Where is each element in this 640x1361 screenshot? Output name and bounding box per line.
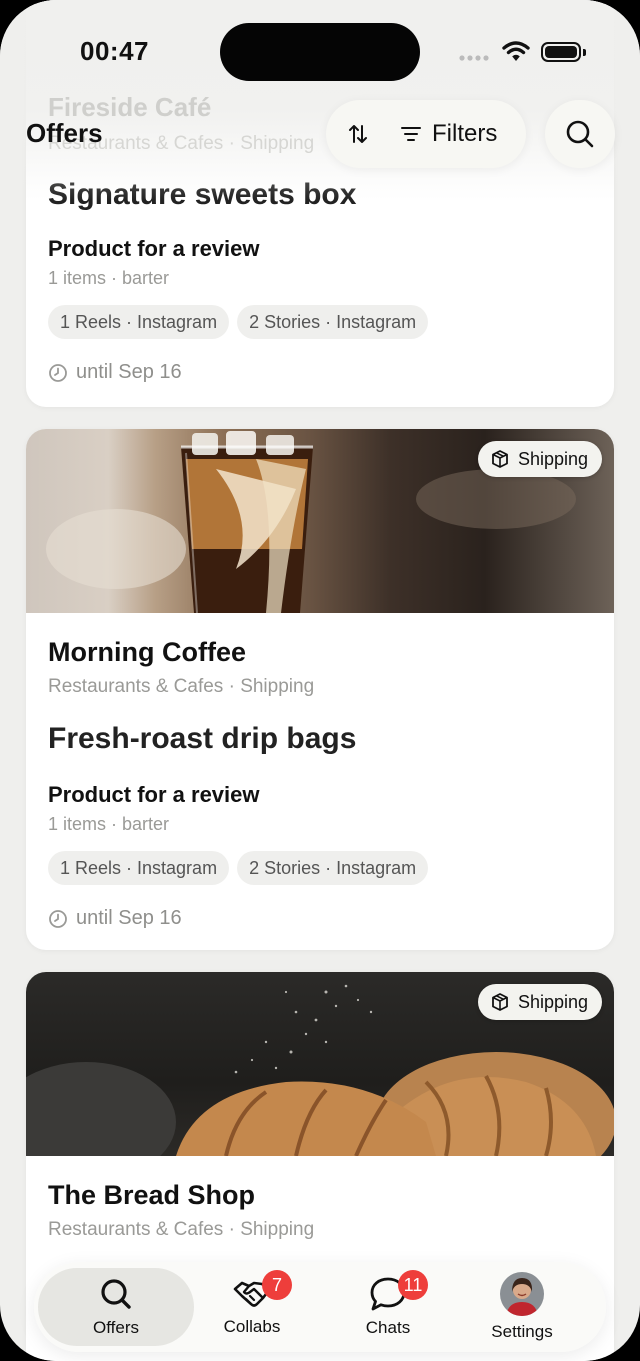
tab-label: Settings xyxy=(491,1322,553,1341)
chats-badge: 11 xyxy=(398,1270,428,1300)
offer-items: 1 items · barter xyxy=(48,268,170,288)
chip: 1 Reels · Instagram xyxy=(48,305,230,339)
signal-icon xyxy=(459,55,489,61)
filters-label: Filters xyxy=(432,120,498,147)
clock-icon xyxy=(49,363,67,382)
package-icon xyxy=(492,450,508,468)
collabs-badge: 7 xyxy=(262,1270,292,1300)
business-name: The Bread Shop xyxy=(48,1180,256,1210)
search-icon xyxy=(566,120,594,148)
croissant-image: Shipping xyxy=(26,972,614,1156)
sort-arrows-icon xyxy=(349,125,367,143)
package-icon xyxy=(492,993,508,1011)
deadline: until Sep 16 xyxy=(48,361,588,384)
shipping-label: Shipping xyxy=(517,448,588,469)
chip-list: 1 Reels · Instagram 2 Stories · Instagra… xyxy=(48,851,588,885)
page-title: Offers xyxy=(26,118,103,148)
battery-icon xyxy=(541,42,581,62)
tab-settings[interactable]: Settings xyxy=(454,1262,590,1352)
offer-type: Product for a review xyxy=(48,236,260,261)
phone-screen: 00:47 Signature sweets box Product for a… xyxy=(0,0,640,1361)
sort-button[interactable] xyxy=(326,100,390,168)
deadline: until Sep 16 xyxy=(48,907,588,930)
wifi-icon xyxy=(502,41,530,61)
tab-collabs[interactable]: Collabs 7 xyxy=(184,1262,320,1352)
avatar xyxy=(500,1272,544,1316)
offer-title: Fresh-roast drip bags xyxy=(48,722,357,755)
tab-bar: Offers Collabs 7 Chats 11 Settings xyxy=(34,1262,606,1352)
business-category: Restaurants & Cafes · Shipping xyxy=(48,676,315,697)
tab-label: Offers xyxy=(93,1318,139,1337)
coffee-image: Shipping xyxy=(26,429,614,613)
shipping-badge: Shipping xyxy=(477,984,602,1020)
dynamic-island xyxy=(220,23,420,81)
tab-label: Collabs xyxy=(223,1317,281,1336)
status-bar: 00:47 xyxy=(0,0,640,90)
tab-offers[interactable]: Offers xyxy=(38,1268,194,1346)
tab-chats[interactable]: Chats 11 xyxy=(320,1262,456,1352)
offer-type: Product for a review xyxy=(48,782,260,807)
clock-icon xyxy=(49,909,67,928)
search-icon xyxy=(101,1279,131,1309)
chip: 2 Stories · Instagram xyxy=(237,305,429,339)
search-button[interactable] xyxy=(545,100,615,168)
chip-list: 1 Reels · Instagram 2 Stories · Instagra… xyxy=(48,305,588,339)
sort-filter-group: Filters xyxy=(326,100,526,168)
filter-lines-icon xyxy=(401,127,421,141)
tab-label: Chats xyxy=(365,1318,411,1337)
status-time: 00:47 xyxy=(80,36,149,66)
chip: 1 Reels · Instagram xyxy=(48,851,230,885)
offer-items: 1 items · barter xyxy=(48,814,170,834)
deadline-text: until Sep 16 xyxy=(76,361,182,383)
deadline-text: until Sep 16 xyxy=(76,907,182,929)
business-name: Morning Coffee xyxy=(48,637,246,667)
filters-button[interactable]: Filters xyxy=(390,120,497,148)
business-category: Restaurants & Cafes · Shipping xyxy=(48,1219,315,1240)
shipping-badge: Shipping xyxy=(477,441,602,477)
chip: 2 Stories · Instagram xyxy=(237,851,429,885)
offer-card[interactable]: Shipping Morning Coffee Restaurants & Ca… xyxy=(26,429,614,950)
shipping-label: Shipping xyxy=(517,991,588,1012)
